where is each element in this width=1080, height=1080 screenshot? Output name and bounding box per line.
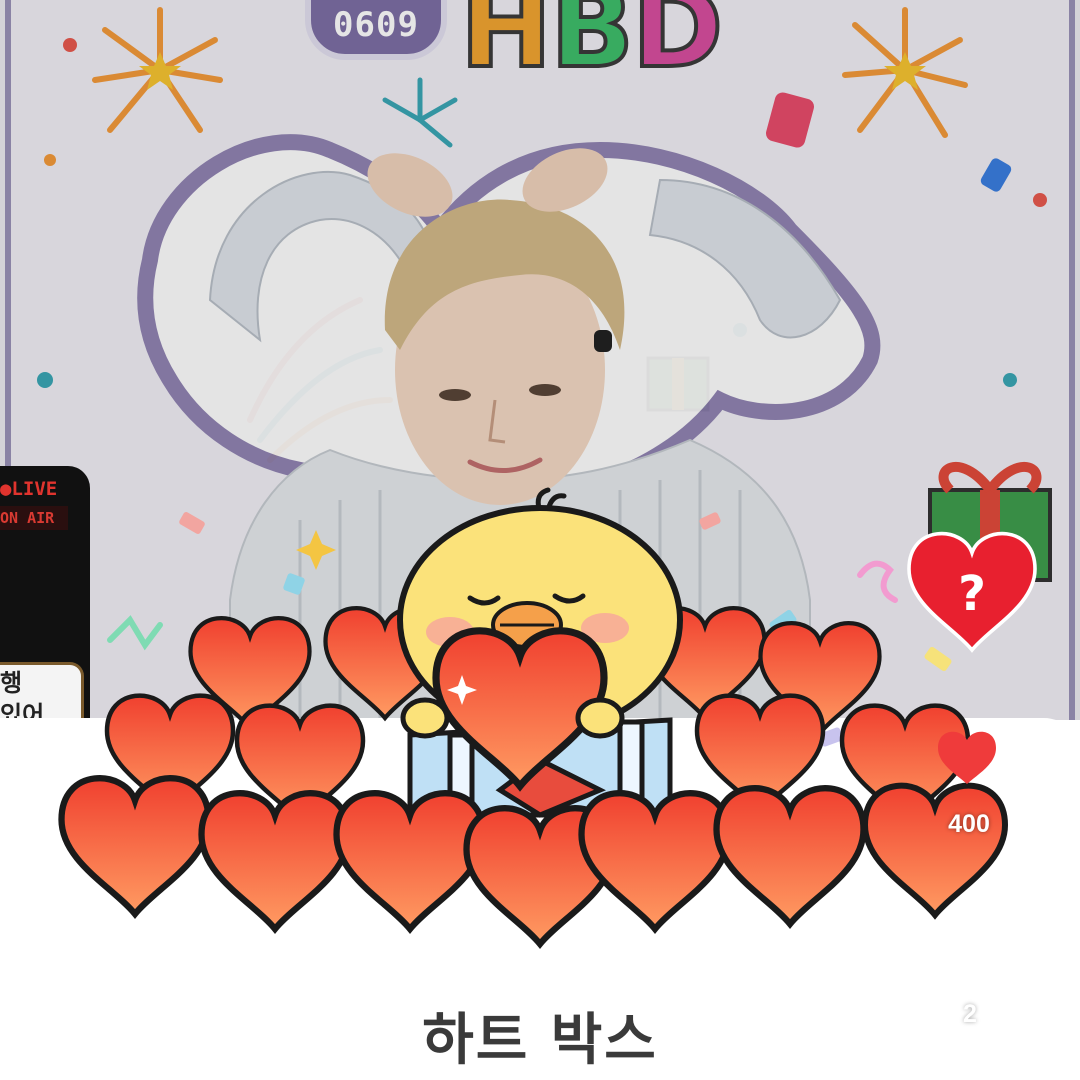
background-photo-card: 0609 HBD bbox=[0, 0, 1080, 720]
live-message-line: 행 bbox=[0, 669, 23, 697]
item-title: 하트 박스 bbox=[422, 1008, 658, 1073]
live-label: ●LIVE bbox=[0, 478, 58, 500]
on-air-label: ON AIR bbox=[0, 506, 68, 530]
heart-count: 400 bbox=[948, 810, 990, 838]
dim-overlay bbox=[0, 0, 1080, 720]
thumbs-up-icon[interactable] bbox=[936, 918, 1002, 978]
heart-icon[interactable] bbox=[934, 726, 1000, 786]
